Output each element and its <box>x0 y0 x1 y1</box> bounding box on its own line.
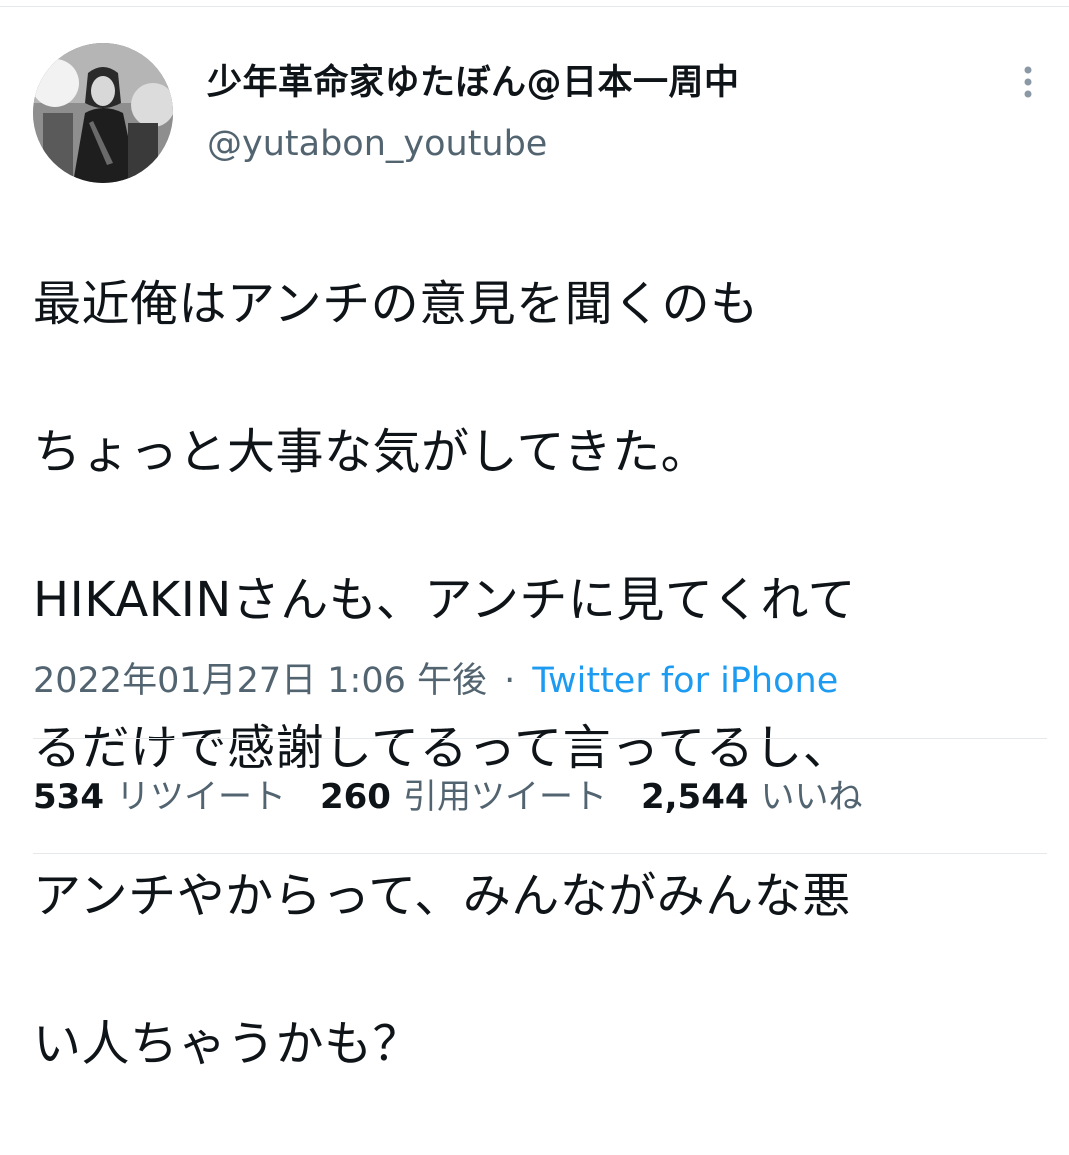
author-display-name[interactable]: 少年革命家ゆたぼん@日本一周中 <box>207 60 740 106</box>
tweet-source-link[interactable]: Twitter for iPhone <box>532 661 838 701</box>
quotes-count: 260 <box>319 777 391 817</box>
likes-count: 2,544 <box>640 777 749 817</box>
stats-bottom-divider <box>33 853 1047 854</box>
avatar-photo-icon <box>33 43 173 183</box>
tweet-timestamp[interactable]: 2022年01月27日 1:06 午後 <box>33 661 487 701</box>
quotes-label: 引用ツイート <box>402 777 607 817</box>
author-handle[interactable]: @yutabon_youtube <box>207 121 547 167</box>
tweet-text-line: アンチやからって、みんながみんな悪 <box>33 868 851 924</box>
tweet-text-line: い人ちゃうかも？ <box>33 1016 422 1072</box>
retweets-count: 534 <box>33 777 104 817</box>
stats-top-divider <box>33 738 1047 739</box>
likes-label: いいね <box>760 777 863 817</box>
more-vertical-icon <box>1024 66 1032 98</box>
avatar[interactable] <box>33 43 173 183</box>
retweets-label: リツイート <box>115 777 286 817</box>
tweet-text-line: HIKAKINさんも、アンチに見てくれて <box>33 572 857 628</box>
more-options-button[interactable] <box>1008 62 1048 102</box>
meta-separator: · <box>504 661 516 701</box>
retweets-stat[interactable]: 534 リツイート <box>33 774 286 820</box>
tweet-stats: 534 リツイート 260 引用ツイート 2,544 いいね <box>33 774 863 820</box>
tweet-text-line: 最近俺はアンチの意見を聞くのも <box>33 276 759 332</box>
quotes-stat[interactable]: 260 引用ツイート <box>320 774 607 820</box>
top-divider <box>0 6 1069 7</box>
tweet-text-line: ちょっと大事な気がしてきた。 <box>33 424 710 480</box>
tweet-meta: 2022年01月27日 1:06 午後 · Twitter for iPhone <box>33 658 838 704</box>
likes-stat[interactable]: 2,544 いいね <box>641 774 863 820</box>
